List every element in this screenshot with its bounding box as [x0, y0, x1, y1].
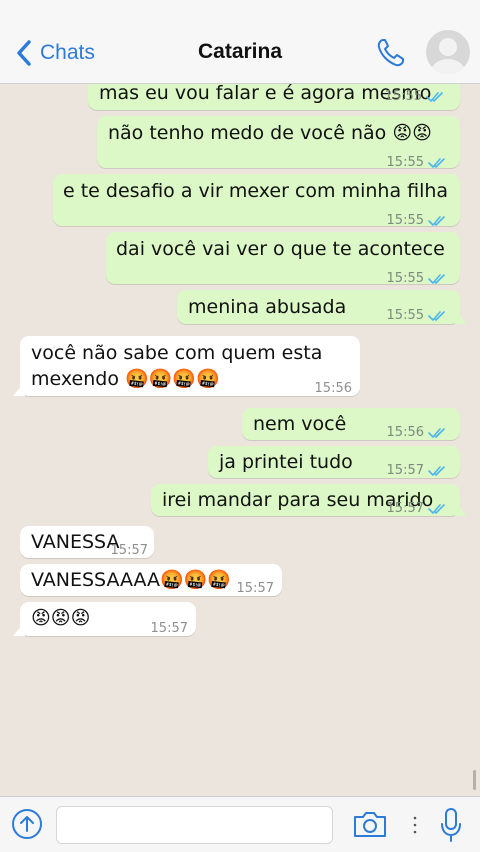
- message-text: VANESSA: [31, 531, 120, 553]
- scroll-indicator[interactable]: [473, 770, 476, 790]
- message-meta: 15:55: [387, 303, 448, 329]
- message-bubble-incoming[interactable]: VANESSAAAA🤬🤬🤬 15:57: [20, 564, 282, 596]
- double-check-icon: [428, 158, 445, 168]
- contact-name[interactable]: Catarina: [0, 40, 480, 64]
- double-check-icon: [428, 428, 445, 438]
- message-text: ja printei tudo: [219, 451, 353, 473]
- arrow-up-icon: [20, 816, 34, 832]
- message-time: 15:55: [386, 308, 424, 323]
- message-time: 15:55: [384, 89, 422, 104]
- message-meta: 15:56: [387, 420, 448, 446]
- camera-icon[interactable]: [352, 809, 388, 839]
- bubble-tail: [13, 622, 25, 636]
- microphone-icon[interactable]: [440, 807, 462, 843]
- double-check-icon: [426, 92, 443, 102]
- message-bubble-outgoing[interactable]: nem você 15:56: [242, 408, 460, 440]
- message-text: 😡😡😡: [31, 607, 91, 629]
- more-dots-icon[interactable]: [413, 815, 417, 835]
- double-check-icon: [428, 504, 445, 514]
- message-meta: 15:55: [387, 208, 448, 234]
- bubble-tail: [13, 382, 25, 396]
- phone-icon[interactable]: [374, 36, 408, 70]
- message-text: mas eu vou falar e é agora mesmo: [99, 84, 432, 104]
- avatar[interactable]: [426, 30, 470, 74]
- upload-button[interactable]: [12, 809, 42, 839]
- message-text: e te desafio a vir mexer com minha filha: [63, 180, 449, 202]
- message-time: 15:55: [386, 271, 424, 286]
- message-bubble-outgoing[interactable]: e te desafio a vir mexer com minha filha…: [53, 174, 460, 228]
- message-bubble-outgoing[interactable]: dai você vai ver o que te acontece 15:55: [106, 232, 460, 286]
- message-time: 15:55: [386, 155, 424, 170]
- double-check-icon: [428, 274, 445, 284]
- bubble-tail: [455, 502, 467, 516]
- message-bubble-outgoing[interactable]: menina abusada 15:55: [177, 290, 467, 324]
- message-meta: 15:55: [385, 84, 446, 110]
- message-time: 15:57: [150, 621, 188, 636]
- message-input[interactable]: [56, 806, 333, 844]
- message-time: 15:57: [386, 501, 424, 516]
- message-meta: 15:55: [387, 266, 448, 292]
- message-time: 15:57: [110, 543, 148, 558]
- double-check-icon: [428, 466, 445, 476]
- message-text: não tenho medo de você não 😡😡: [108, 122, 432, 144]
- message-bubble-outgoing[interactable]: ja printei tudo 15:57: [208, 446, 460, 478]
- message-bubble-incoming[interactable]: VANESSA 15:57: [20, 526, 154, 558]
- message-time: 15:57: [236, 581, 274, 596]
- message-text: VANESSAAAA🤬🤬🤬: [31, 569, 232, 591]
- message-time: 15:55: [386, 213, 424, 228]
- double-check-icon: [428, 311, 445, 321]
- message-text-line1: você não sabe com quem esta: [31, 342, 323, 364]
- chat-header: Chats Catarina: [0, 0, 480, 84]
- message-bubble-incoming[interactable]: 😡😡😡 15:57: [13, 602, 196, 636]
- message-text: menina abusada: [188, 296, 347, 318]
- message-bubble-outgoing[interactable]: irei mandar para seu marido 15:57: [151, 484, 467, 516]
- person-placeholder-icon: [431, 38, 465, 74]
- double-check-icon: [428, 216, 445, 226]
- message-meta: 15:57: [387, 496, 448, 522]
- message-time: 15:56: [386, 425, 424, 440]
- message-meta: 15:55: [387, 150, 448, 176]
- bubble-tail: [455, 310, 467, 324]
- message-list[interactable]: mas eu vou falar e é agora mesmo 15:55 n…: [0, 84, 480, 796]
- message-text: dai você vai ver o que te acontece: [116, 238, 445, 260]
- message-time: 15:56: [314, 381, 352, 396]
- message-bubble-outgoing[interactable]: mas eu vou falar e é agora mesmo 15:55: [88, 84, 460, 110]
- message-meta: 15:57: [387, 458, 448, 484]
- message-bubble-incoming[interactable]: você não sabe com quem esta mexendo 🤬🤬🤬🤬…: [13, 336, 360, 396]
- message-text-line2: mexendo 🤬🤬🤬🤬: [31, 368, 220, 390]
- message-text: nem você: [253, 413, 347, 435]
- message-bubble-outgoing[interactable]: não tenho medo de você não 😡😡 15:55: [97, 116, 460, 170]
- message-input-bar: [0, 796, 480, 852]
- message-time: 15:57: [386, 463, 424, 478]
